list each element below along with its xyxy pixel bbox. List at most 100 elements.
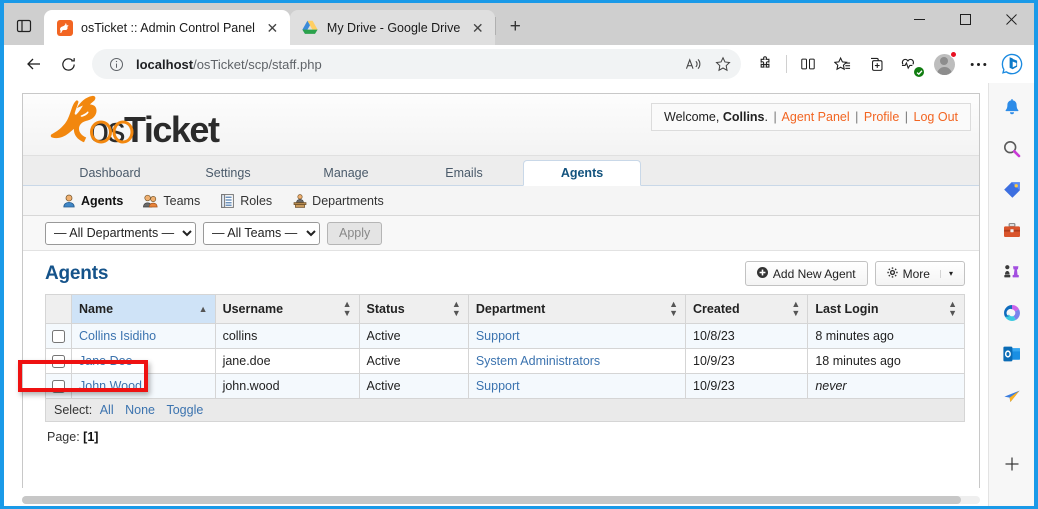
site-info-icon[interactable]: [102, 51, 130, 77]
column-label: Created: [693, 302, 740, 316]
read-aloud-icon[interactable]: [679, 51, 707, 77]
refresh-icon[interactable]: [52, 48, 84, 80]
profile-link[interactable]: Profile: [864, 110, 899, 124]
back-arrow-icon[interactable]: [18, 48, 50, 80]
profile-avatar-icon[interactable]: [928, 48, 960, 80]
add-tab-to-collection-icon[interactable]: [860, 48, 892, 80]
row-checkbox-cell[interactable]: [45, 373, 72, 399]
tab-strip: osTicket :: Admin Control Panel ✕ My Dri…: [4, 3, 1034, 45]
tab-agents[interactable]: Agents: [523, 159, 641, 186]
split-screen-icon[interactable]: [792, 48, 824, 80]
cell-department: Support: [467, 323, 687, 349]
address-bar[interactable]: localhost/osTicket/scp/staff.php: [92, 49, 741, 79]
new-tab-button[interactable]: +: [500, 12, 530, 42]
column-header-name[interactable]: Name ▲: [71, 294, 216, 324]
pagination: Page: [1]: [45, 422, 965, 452]
cell-name: John Wood: [71, 373, 216, 399]
column-header-created[interactable]: Created ▲ ▼: [685, 294, 809, 324]
more-button[interactable]: More ▾: [874, 261, 965, 286]
shopping-tag-icon[interactable]: [997, 175, 1027, 205]
department-link[interactable]: System Administrators: [476, 354, 600, 368]
minimize-button[interactable]: [896, 3, 942, 35]
select-all-link[interactable]: All: [100, 403, 114, 417]
tab-manage[interactable]: Manage: [287, 160, 405, 186]
tools-briefcase-icon[interactable]: [997, 216, 1027, 246]
subnav-item-departments[interactable]: Departments: [292, 193, 384, 208]
edge-sidebar: [988, 83, 1034, 506]
departments-desk-icon: [292, 193, 307, 208]
column-header-username[interactable]: Username ▲ ▼: [214, 294, 360, 324]
apply-button[interactable]: Apply: [327, 221, 383, 245]
cell-last-login: never: [807, 373, 965, 399]
row-checkbox[interactable]: [52, 355, 65, 368]
horizontal-scrollbar[interactable]: [22, 496, 980, 504]
table-row[interactable]: John Wood john.wood Active Support 10/9/…: [45, 373, 965, 399]
notifications-bell-icon[interactable]: [997, 93, 1027, 123]
cell-created: 10/9/23: [685, 373, 809, 399]
outlook-icon[interactable]: [997, 339, 1027, 369]
maximize-button[interactable]: [942, 3, 988, 35]
sort-icon: ▲ ▼: [342, 299, 352, 318]
cell-name: Collins Isidiho: [71, 323, 216, 349]
send-plane-icon[interactable]: [997, 380, 1027, 410]
favorite-star-icon[interactable]: [709, 51, 737, 77]
extensions-puzzle-icon[interactable]: [749, 48, 781, 80]
tab-title: osTicket :: Admin Control Panel: [81, 20, 255, 35]
tab-emails[interactable]: Emails: [405, 160, 523, 186]
cell-status: Active: [358, 373, 469, 399]
row-checkbox[interactable]: [52, 380, 65, 393]
url-path: /osTicket/scp/staff.php: [193, 56, 322, 72]
column-header-last-login[interactable]: Last Login ▲ ▼: [807, 294, 965, 324]
subnav-item-teams[interactable]: Teams: [143, 193, 200, 208]
more-label: More: [902, 266, 930, 281]
microsoft-365-icon[interactable]: [997, 298, 1027, 328]
welcome-sep-3: |: [904, 110, 909, 124]
row-checkbox-cell[interactable]: [45, 323, 72, 349]
add-sidebar-icon[interactable]: [997, 449, 1027, 479]
search-icon[interactable]: [997, 134, 1027, 164]
department-link[interactable]: Support: [476, 379, 520, 393]
department-filter-select[interactable]: — All Departments —: [45, 221, 196, 245]
table-row[interactable]: Collins Isidiho collins Active Support 1…: [45, 323, 965, 349]
browser-tab-osticket[interactable]: osTicket :: Admin Control Panel ✕: [44, 10, 290, 45]
games-chess-icon[interactable]: [997, 257, 1027, 287]
page-number[interactable]: [1]: [83, 430, 98, 444]
team-filter-select[interactable]: — All Teams —: [203, 221, 320, 245]
column-header-department[interactable]: Department ▲ ▼: [467, 294, 687, 324]
department-link[interactable]: Support: [476, 329, 520, 343]
column-header-status[interactable]: Status ▲ ▼: [358, 294, 469, 324]
agent-name-link[interactable]: Jane Doe: [79, 354, 133, 368]
url-host: localhost: [136, 56, 194, 72]
collections-icon[interactable]: [826, 48, 858, 80]
close-icon[interactable]: ✕: [468, 18, 487, 37]
bing-copilot-icon[interactable]: [996, 48, 1028, 80]
agent-name-link[interactable]: John Wood: [79, 379, 142, 393]
cell-last-login: 18 minutes ago: [807, 348, 965, 374]
agents-table: Name ▲ Username ▲ ▼ Status ▲ ▼ Departmen…: [45, 294, 965, 399]
browser-essentials-icon[interactable]: [894, 48, 926, 80]
chevron-down-icon[interactable]: ▾: [939, 269, 953, 278]
browser-toolbar: localhost/osTicket/scp/staff.php: [4, 45, 1034, 83]
cell-status: Active: [358, 348, 469, 374]
welcome-prefix: Welcome,: [664, 110, 720, 124]
log-out-link[interactable]: Log Out: [914, 110, 958, 124]
subnav-item-agents[interactable]: Agents: [61, 193, 123, 208]
agent-name-link[interactable]: Collins Isidiho: [79, 329, 156, 343]
agent-panel-link[interactable]: Agent Panel: [782, 110, 850, 124]
table-row[interactable]: Jane Doe jane.doe Active System Administ…: [45, 348, 965, 374]
subnav-item-roles[interactable]: Roles: [220, 193, 272, 208]
select-none-link[interactable]: None: [125, 403, 155, 417]
browser-tab-google-drive[interactable]: My Drive - Google Drive ✕: [289, 10, 496, 45]
row-checkbox[interactable]: [52, 330, 65, 343]
tab-dashboard[interactable]: Dashboard: [51, 160, 169, 186]
settings-more-icon[interactable]: [962, 48, 994, 80]
column-label: Last Login: [815, 302, 879, 316]
row-checkbox-cell[interactable]: [45, 348, 72, 374]
close-icon[interactable]: ✕: [263, 18, 282, 37]
add-new-agent-button[interactable]: Add New Agent: [744, 261, 868, 286]
select-toggle-link[interactable]: Toggle: [166, 403, 203, 417]
tab-search-icon[interactable]: [4, 9, 44, 43]
close-button[interactable]: [988, 3, 1034, 35]
tab-settings[interactable]: Settings: [169, 160, 287, 186]
subnav-label: Teams: [163, 193, 201, 208]
